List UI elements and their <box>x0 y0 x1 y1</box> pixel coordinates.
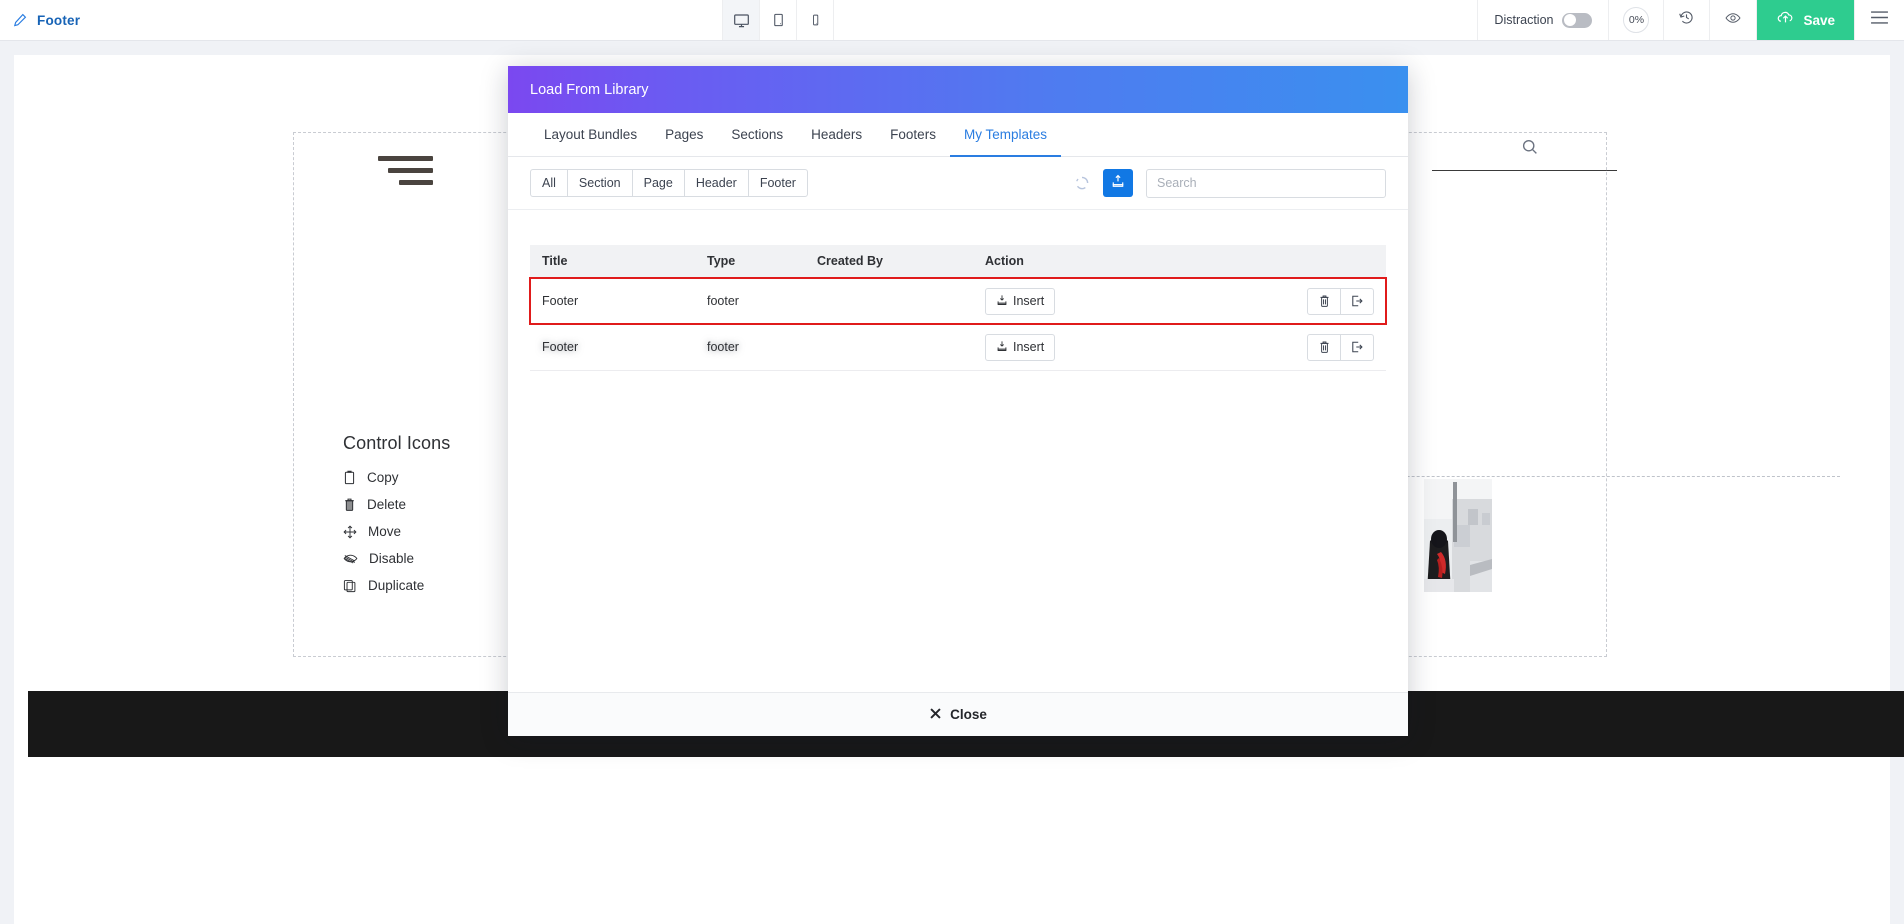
upload-icon <box>1111 174 1125 193</box>
main-menu-button[interactable] <box>1854 0 1904 40</box>
filter-section-button[interactable]: Section <box>567 169 633 197</box>
eye-slash-icon <box>343 552 358 565</box>
toolbar-right-group: Distraction 0% <box>1477 0 1904 40</box>
insert-icon <box>996 340 1008 355</box>
trash-icon <box>343 497 356 512</box>
column-header-created-by: Created By <box>805 245 973 278</box>
insert-icon <box>996 294 1008 309</box>
control-icon-label: Delete <box>367 497 406 512</box>
delete-template-button[interactable] <box>1307 334 1341 361</box>
distraction-label: Distraction <box>1494 13 1553 27</box>
load-from-library-modal: Load From Library Layout Bundles Pages S… <box>508 66 1408 736</box>
page-title: Footer <box>37 13 80 28</box>
type-filter-group: All Section Page Header Footer <box>530 169 808 197</box>
cell-action: Insert <box>973 324 1386 370</box>
column-header-title: Title <box>530 245 695 278</box>
upload-template-button[interactable] <box>1103 169 1133 197</box>
row-action-group: Insert <box>985 288 1374 315</box>
tab-headers[interactable]: Headers <box>797 113 876 157</box>
insert-button[interactable]: Insert <box>985 334 1055 361</box>
modal-header: Load From Library <box>508 66 1408 113</box>
search-input[interactable] <box>1146 169 1386 198</box>
trash-icon <box>1318 294 1331 308</box>
table-row[interactable]: Footer footer <box>530 324 1386 370</box>
templates-table: Title Type Created By Action Footer foot… <box>530 245 1386 371</box>
toolbar-spacer <box>80 0 723 40</box>
history-icon <box>1678 9 1695 31</box>
insert-label: Insert <box>1013 294 1044 308</box>
tab-layout-bundles[interactable]: Layout Bundles <box>530 113 651 157</box>
close-x-icon <box>929 707 942 723</box>
cell-title: Footer <box>530 278 695 324</box>
device-preview-group <box>723 0 834 40</box>
progress-indicator: 0% <box>1608 0 1663 40</box>
hamburger-menu-icon <box>1870 10 1889 30</box>
table-row[interactable]: Footer footer <box>530 278 1386 324</box>
duplicate-icon <box>343 579 357 593</box>
modal-title: Load From Library <box>530 82 648 98</box>
table-body: Footer footer <box>530 278 1386 370</box>
filter-all-button[interactable]: All <box>530 169 568 197</box>
close-button[interactable]: Close <box>929 707 987 723</box>
modal-body: Title Type Created By Action Footer foot… <box>508 210 1408 692</box>
control-icon-label: Move <box>368 524 401 539</box>
cell-created-by <box>805 278 973 324</box>
street-photo <box>1424 479 1492 592</box>
filter-toolbar: All Section Page Header Footer <box>508 157 1408 210</box>
device-desktop-button[interactable] <box>722 0 760 40</box>
tab-my-templates[interactable]: My Templates <box>950 113 1061 157</box>
tab-pages[interactable]: Pages <box>651 113 717 157</box>
trash-icon <box>1318 340 1331 354</box>
export-template-button[interactable] <box>1340 288 1374 315</box>
table-header-row: Title Type Created By Action <box>530 245 1386 278</box>
distraction-switch[interactable] <box>1562 13 1592 28</box>
cell-title: Footer <box>530 324 695 370</box>
distraction-free-toggle[interactable]: Distraction <box>1477 0 1608 40</box>
export-icon <box>1350 294 1364 308</box>
column-header-type: Type <box>695 245 805 278</box>
row-secondary-actions <box>1308 334 1374 361</box>
refresh-spinner-icon[interactable] <box>1075 176 1089 190</box>
copy-icon <box>343 470 356 485</box>
cell-created-by <box>805 324 973 370</box>
eye-icon <box>1724 9 1742 32</box>
tab-sections[interactable]: Sections <box>717 113 797 157</box>
toolbar-spacer-right <box>834 0 1477 40</box>
row-secondary-actions <box>1308 288 1374 315</box>
insert-button[interactable]: Insert <box>985 288 1055 315</box>
cell-type: footer <box>695 324 805 370</box>
control-icon-label: Duplicate <box>368 578 424 593</box>
row-action-group: Insert <box>985 334 1374 361</box>
save-button[interactable]: Save <box>1756 0 1854 40</box>
toolbar-left-group: Footer <box>0 0 80 40</box>
cell-type: footer <box>695 278 805 324</box>
close-label: Close <box>950 707 987 722</box>
pencil-icon[interactable] <box>13 13 27 27</box>
history-button[interactable] <box>1663 0 1709 40</box>
control-icon-label: Disable <box>369 551 414 566</box>
filter-page-button[interactable]: Page <box>632 169 685 197</box>
cell-action: Insert <box>973 278 1386 324</box>
modal-footer[interactable]: Close <box>508 692 1408 736</box>
table-header: Title Type Created By Action <box>530 245 1386 278</box>
export-icon <box>1350 340 1364 354</box>
modal-tab-bar: Layout Bundles Pages Sections Headers Fo… <box>508 113 1408 157</box>
export-template-button[interactable] <box>1340 334 1374 361</box>
column-header-action: Action <box>973 245 1386 278</box>
tab-footers[interactable]: Footers <box>876 113 950 157</box>
control-icon-label: Copy <box>367 470 399 485</box>
progress-percent: 0% <box>1623 7 1649 33</box>
preview-button[interactable] <box>1709 0 1756 40</box>
delete-template-button[interactable] <box>1307 288 1341 315</box>
save-label: Save <box>1803 13 1835 28</box>
insert-label: Insert <box>1013 340 1044 354</box>
move-icon <box>343 525 357 539</box>
top-toolbar: Footer Distraction <box>0 0 1904 41</box>
filter-header-button[interactable]: Header <box>684 169 749 197</box>
hamburger-menu-icon[interactable] <box>378 156 433 192</box>
filter-footer-button[interactable]: Footer <box>748 169 808 197</box>
device-mobile-button[interactable] <box>796 0 834 40</box>
cloud-upload-icon <box>1776 9 1795 31</box>
device-tablet-button[interactable] <box>759 0 797 40</box>
